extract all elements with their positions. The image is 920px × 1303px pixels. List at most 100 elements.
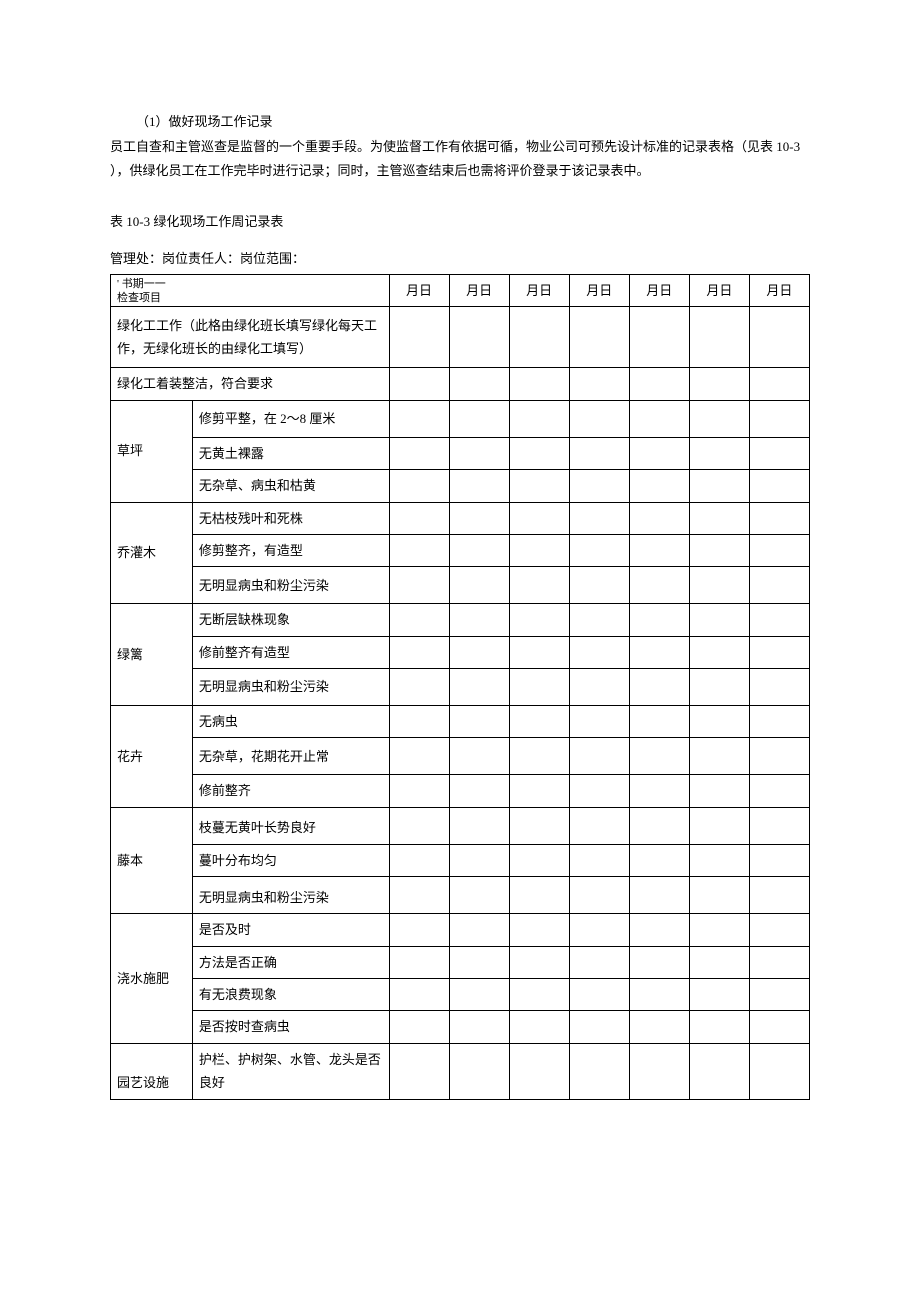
- data-cell[interactable]: [509, 738, 569, 775]
- data-cell[interactable]: [389, 1011, 449, 1043]
- data-cell[interactable]: [749, 979, 809, 1011]
- data-cell[interactable]: [689, 775, 749, 807]
- data-cell[interactable]: [749, 368, 809, 400]
- data-cell[interactable]: [389, 400, 449, 437]
- data-cell[interactable]: [689, 706, 749, 738]
- data-cell[interactable]: [389, 979, 449, 1011]
- data-cell[interactable]: [449, 979, 509, 1011]
- data-cell[interactable]: [629, 470, 689, 502]
- data-cell[interactable]: [569, 437, 629, 469]
- data-cell[interactable]: [389, 502, 449, 534]
- data-cell[interactable]: [749, 534, 809, 566]
- data-cell[interactable]: [689, 636, 749, 668]
- data-cell[interactable]: [689, 877, 749, 914]
- data-cell[interactable]: [389, 844, 449, 876]
- data-cell[interactable]: [449, 400, 509, 437]
- data-cell[interactable]: [689, 1011, 749, 1043]
- data-cell[interactable]: [629, 877, 689, 914]
- data-cell[interactable]: [509, 636, 569, 668]
- data-cell[interactable]: [389, 604, 449, 636]
- data-cell[interactable]: [569, 400, 629, 437]
- data-cell[interactable]: [389, 437, 449, 469]
- data-cell[interactable]: [509, 844, 569, 876]
- data-cell[interactable]: [449, 307, 509, 368]
- data-cell[interactable]: [569, 844, 629, 876]
- data-cell[interactable]: [389, 738, 449, 775]
- data-cell[interactable]: [749, 669, 809, 706]
- data-cell[interactable]: [689, 400, 749, 437]
- data-cell[interactable]: [569, 738, 629, 775]
- data-cell[interactable]: [509, 669, 569, 706]
- data-cell[interactable]: [569, 567, 629, 604]
- data-cell[interactable]: [449, 706, 509, 738]
- data-cell[interactable]: [629, 636, 689, 668]
- data-cell[interactable]: [629, 1043, 689, 1099]
- data-cell[interactable]: [749, 877, 809, 914]
- data-cell[interactable]: [389, 946, 449, 978]
- data-cell[interactable]: [389, 914, 449, 946]
- data-cell[interactable]: [689, 307, 749, 368]
- data-cell[interactable]: [569, 502, 629, 534]
- data-cell[interactable]: [509, 775, 569, 807]
- data-cell[interactable]: [389, 534, 449, 566]
- data-cell[interactable]: [389, 807, 449, 844]
- data-cell[interactable]: [629, 807, 689, 844]
- data-cell[interactable]: [449, 807, 509, 844]
- data-cell[interactable]: [749, 502, 809, 534]
- data-cell[interactable]: [629, 669, 689, 706]
- data-cell[interactable]: [569, 775, 629, 807]
- data-cell[interactable]: [449, 669, 509, 706]
- data-cell[interactable]: [449, 844, 509, 876]
- data-cell[interactable]: [749, 706, 809, 738]
- data-cell[interactable]: [449, 604, 509, 636]
- data-cell[interactable]: [749, 470, 809, 502]
- data-cell[interactable]: [569, 470, 629, 502]
- data-cell[interactable]: [509, 400, 569, 437]
- data-cell[interactable]: [509, 604, 569, 636]
- data-cell[interactable]: [689, 368, 749, 400]
- data-cell[interactable]: [629, 368, 689, 400]
- data-cell[interactable]: [749, 1043, 809, 1099]
- data-cell[interactable]: [449, 502, 509, 534]
- data-cell[interactable]: [689, 914, 749, 946]
- data-cell[interactable]: [689, 738, 749, 775]
- data-cell[interactable]: [629, 979, 689, 1011]
- data-cell[interactable]: [629, 502, 689, 534]
- data-cell[interactable]: [749, 636, 809, 668]
- data-cell[interactable]: [689, 604, 749, 636]
- data-cell[interactable]: [629, 775, 689, 807]
- data-cell[interactable]: [389, 636, 449, 668]
- data-cell[interactable]: [569, 669, 629, 706]
- data-cell[interactable]: [449, 877, 509, 914]
- data-cell[interactable]: [389, 368, 449, 400]
- data-cell[interactable]: [629, 437, 689, 469]
- data-cell[interactable]: [389, 1043, 449, 1099]
- data-cell[interactable]: [509, 946, 569, 978]
- data-cell[interactable]: [389, 307, 449, 368]
- data-cell[interactable]: [569, 1043, 629, 1099]
- data-cell[interactable]: [509, 807, 569, 844]
- data-cell[interactable]: [509, 534, 569, 566]
- data-cell[interactable]: [509, 502, 569, 534]
- data-cell[interactable]: [449, 636, 509, 668]
- data-cell[interactable]: [449, 567, 509, 604]
- data-cell[interactable]: [749, 567, 809, 604]
- data-cell[interactable]: [689, 1043, 749, 1099]
- data-cell[interactable]: [449, 1043, 509, 1099]
- data-cell[interactable]: [389, 669, 449, 706]
- data-cell[interactable]: [509, 914, 569, 946]
- data-cell[interactable]: [509, 1043, 569, 1099]
- data-cell[interactable]: [629, 914, 689, 946]
- data-cell[interactable]: [689, 437, 749, 469]
- data-cell[interactable]: [629, 567, 689, 604]
- data-cell[interactable]: [569, 979, 629, 1011]
- data-cell[interactable]: [749, 437, 809, 469]
- data-cell[interactable]: [449, 368, 509, 400]
- data-cell[interactable]: [389, 470, 449, 502]
- data-cell[interactable]: [509, 706, 569, 738]
- data-cell[interactable]: [749, 946, 809, 978]
- data-cell[interactable]: [569, 807, 629, 844]
- data-cell[interactable]: [689, 669, 749, 706]
- data-cell[interactable]: [569, 1011, 629, 1043]
- data-cell[interactable]: [389, 706, 449, 738]
